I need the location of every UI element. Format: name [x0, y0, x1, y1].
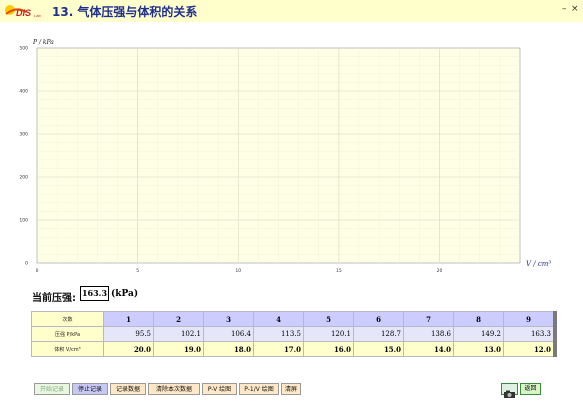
volume-cell[interactable]: 19.0 [153, 341, 204, 357]
table-row-volume: 体积 V/cm³ 20.0 19.0 18.0 17.0 16.0 15.0 1… [31, 341, 556, 357]
y-tick-label: 500 [19, 46, 28, 52]
volume-cell[interactable]: 14.0 [403, 341, 454, 357]
pressure-cell[interactable]: 163.3 [503, 326, 556, 342]
window-title: 13. 气体压强与体积的关系 [52, 5, 198, 19]
volume-cell[interactable]: 17.0 [253, 341, 304, 357]
record-data-button[interactable]: 记录数据 [110, 383, 146, 395]
volume-cell[interactable]: 16.0 [303, 341, 354, 357]
col-header: 6 [353, 311, 404, 327]
y-tick-label: 100 [19, 218, 28, 224]
volume-cell[interactable]: 15.0 [353, 341, 404, 357]
y-axis-label: P / kPa [32, 39, 54, 46]
pv-plot-button[interactable]: P-V 绘图 [202, 383, 237, 395]
row-header: 体积 V/cm³ [31, 341, 104, 357]
pressure-cell[interactable]: 102.1 [153, 326, 204, 342]
y-tick-label: 400 [19, 89, 28, 95]
x-tick-label: 5 [136, 268, 139, 274]
minimize-button[interactable]: – [562, 4, 567, 14]
y-tick-label: 300 [19, 132, 28, 138]
pressure-cell[interactable]: 95.5 [103, 326, 154, 342]
y-tick-label: 200 [19, 175, 28, 181]
x-axis-label: V / cm³ [526, 260, 551, 268]
table-row-pressure: 压强 P/kPa 95.5 102.1 106.4 113.5 120.1 12… [31, 326, 556, 342]
dis-logo: DIS Lab [5, 5, 41, 18]
pressure-cell[interactable]: 113.5 [253, 326, 304, 342]
row-header: 次数 [31, 311, 104, 327]
x-tick-label: 15 [336, 268, 342, 274]
pressure-cell[interactable]: 138.6 [403, 326, 454, 342]
pressure-label: 当前压强: [32, 293, 76, 304]
col-header: 9 [503, 311, 556, 327]
stop-record-button[interactable]: 停止记录 [72, 383, 108, 395]
col-header: 7 [403, 311, 454, 327]
y-tick-label: 0 [25, 261, 28, 267]
clear-screen-button[interactable]: 清屏 [281, 383, 301, 395]
y-ticks: 0 100 200 300 400 500 [19, 46, 28, 267]
col-header: 8 [453, 311, 504, 327]
camera-button[interactable] [501, 383, 518, 398]
logo-text: DIS [16, 8, 31, 18]
pressure-unit: (kPa) [111, 289, 139, 299]
pressure-cell[interactable]: 120.1 [303, 326, 354, 342]
start-record-button[interactable]: 开始记录 [34, 383, 70, 395]
col-header: 1 [103, 311, 154, 327]
x-tick-label: 0 [36, 268, 39, 274]
close-button[interactable]: × [571, 4, 579, 14]
col-header: 3 [203, 311, 254, 327]
clear-data-button[interactable]: 清除本次数据 [148, 383, 200, 395]
col-header: 5 [303, 311, 354, 327]
back-button[interactable]: 返回 [520, 383, 541, 395]
x-ticks: 0 5 10 15 20 [36, 268, 443, 274]
camera-icon [504, 390, 515, 398]
logo-sub: Lab [34, 13, 41, 18]
row-header: 压强 P/kPa [31, 326, 104, 342]
volume-cell[interactable]: 20.0 [103, 341, 154, 357]
pressure-cell[interactable]: 106.4 [203, 326, 254, 342]
x-tick-label: 20 [437, 268, 443, 274]
p1v-plot-button[interactable]: P-1/V 绘图 [239, 383, 279, 395]
col-header: 2 [153, 311, 204, 327]
pressure-cell[interactable]: 128.7 [353, 326, 404, 342]
volume-cell[interactable]: 13.0 [453, 341, 504, 357]
pv-chart: P / kPa 0 100 200 300 400 500 0 5 10 15 20 V / cm… [19, 39, 551, 274]
data-table: 次数 1 2 3 4 5 6 7 8 9 压强 P/kPa 95.5 102.1… [31, 311, 557, 357]
pressure-cell[interactable]: 149.2 [453, 326, 504, 342]
pressure-value: 163.3 [80, 286, 109, 301]
x-tick-label: 10 [235, 268, 241, 274]
volume-cell[interactable]: 18.0 [203, 341, 254, 357]
table-row-index: 次数 1 2 3 4 5 6 7 8 9 [31, 311, 556, 327]
volume-cell[interactable]: 12.0 [503, 341, 556, 357]
col-header: 4 [253, 311, 304, 327]
title-bar: DIS Lab 13. 气体压强与体积的关系 – × [0, 0, 583, 22]
